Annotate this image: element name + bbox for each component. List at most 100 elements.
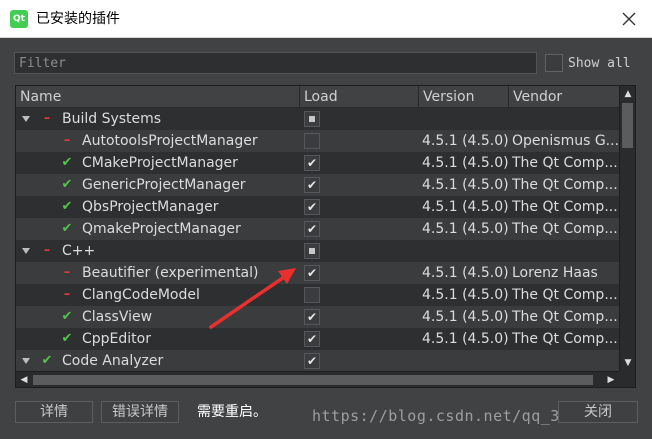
column-header-version[interactable]: Version [419, 86, 509, 108]
expand-arrow-icon[interactable] [22, 358, 30, 364]
plugin-name-cell: ✔ QbsProjectManager [16, 196, 299, 218]
plugin-load-cell [300, 284, 418, 306]
load-checkbox[interactable]: ✔ [304, 199, 320, 215]
column-header-vendor[interactable]: Vendor [509, 86, 619, 108]
plugin-row[interactable]: ✔ ClassView ✔ 4.5.1 (4.5.0) The Qt Comp... [16, 306, 619, 328]
load-checkbox[interactable] [304, 111, 320, 127]
plugin-load-cell: ✔ [300, 218, 418, 240]
plugin-load-cell: ✔ [300, 174, 418, 196]
close-button[interactable]: 关闭 [558, 401, 638, 423]
check-icon: ✔ [61, 331, 73, 346]
load-checkbox[interactable]: ✔ [304, 221, 320, 237]
plugin-vendor: The Qt Comp... [512, 199, 618, 215]
minus-icon: – [43, 111, 51, 126]
plugin-load-cell: ✔ [300, 196, 418, 218]
show-all-checkbox[interactable] [545, 54, 563, 72]
column-header-name[interactable]: Name [16, 86, 300, 108]
plugin-tree[interactable]: Name Load Version Vendor – Build Systems –… [15, 85, 636, 388]
expand-arrow-icon[interactable] [22, 116, 30, 122]
filter-input[interactable] [14, 52, 537, 74]
plugin-row[interactable]: ✔ GenericProjectManager ✔ 4.5.1 (4.5.0) The … [16, 174, 619, 196]
load-checkbox[interactable]: ✔ [304, 177, 320, 193]
qt-creator-icon: Qt [10, 10, 28, 28]
plugin-load-cell: ✔ [300, 328, 418, 350]
plugin-load-cell [300, 130, 418, 152]
plugin-vendor: The Qt Comp... [512, 155, 618, 171]
plugin-name: Code Analyzer [62, 353, 164, 369]
plugin-vendor: The Qt Comp... [512, 177, 618, 193]
vertical-scroll-thumb[interactable] [622, 103, 633, 148]
plugin-version: 4.5.1 (4.5.0) [422, 309, 508, 325]
minus-icon: – [63, 133, 71, 148]
close-icon [622, 12, 636, 26]
plugin-name-cell: – AutotoolsProjectManager [16, 130, 299, 152]
column-header-load[interactable]: Load [300, 86, 419, 108]
scroll-corner [619, 371, 635, 387]
plugin-row[interactable]: – Beautifier (experimental) ✔ 4.5.1 (4.5.0)… [16, 262, 619, 284]
load-checkbox[interactable]: ✔ [304, 155, 320, 171]
plugin-row[interactable]: – AutotoolsProjectManager 4.5.1 (4.5.0) Ope… [16, 130, 619, 152]
plugin-group-row[interactable]: – Build Systems [16, 108, 619, 130]
horizontal-scrollbar[interactable]: ◀ ▶ [16, 371, 619, 387]
plugin-name: QmakeProjectManager [82, 221, 241, 237]
plugin-name-cell: ✔ CMakeProjectManager [16, 152, 299, 174]
plugin-vendor [509, 350, 619, 372]
load-checkbox[interactable]: ✔ [304, 309, 320, 325]
load-checkbox[interactable] [304, 287, 320, 303]
plugin-version [419, 108, 508, 130]
error-details-button[interactable]: 错误详情 [101, 401, 179, 423]
plugin-vendor: The Qt Comp... [512, 221, 618, 237]
plugin-name-cell: – C++ [16, 240, 299, 262]
plugin-name: ClassView [82, 309, 153, 325]
plugin-version: 4.5.1 (4.5.0) [422, 155, 508, 171]
plugin-version: 4.5.1 (4.5.0) [422, 265, 508, 281]
plugin-load-cell: ✔ [300, 262, 418, 284]
plugin-version: 4.5.1 (4.5.0) [422, 221, 508, 237]
load-checkbox[interactable]: ✔ [304, 265, 320, 281]
plugin-vendor [509, 108, 619, 130]
details-button[interactable]: 详情 [15, 401, 93, 423]
plugin-name-cell: ✔ GenericProjectManager [16, 174, 299, 196]
plugin-row[interactable]: ✔ QbsProjectManager ✔ 4.5.1 (4.5.0) The Qt C… [16, 196, 619, 218]
plugin-row[interactable]: ✔ CppEditor ✔ 4.5.1 (4.5.0) The Qt Comp... [16, 328, 619, 350]
plugin-name: GenericProjectManager [82, 177, 246, 193]
check-icon: ✔ [61, 199, 73, 214]
plugin-load-cell: ✔ [300, 306, 418, 328]
plugin-load-cell: ✔ [300, 152, 418, 174]
load-checkbox[interactable]: ✔ [304, 331, 320, 347]
plugin-row[interactable]: ✔ QmakeProjectManager ✔ 4.5.1 (4.5.0) The Qt… [16, 218, 619, 240]
show-all-toggle[interactable]: Show all [545, 53, 631, 73]
plugin-name-cell: ✔ ClassView [16, 306, 299, 328]
plugin-group-row[interactable]: ✔ Code Analyzer ✔ [16, 350, 619, 372]
minus-icon: – [43, 243, 51, 258]
load-checkbox[interactable] [304, 133, 320, 149]
minus-icon: – [63, 287, 71, 302]
close-window-button[interactable] [606, 0, 652, 38]
scroll-down-icon[interactable]: ▼ [620, 355, 635, 371]
scroll-up-icon[interactable]: ▲ [620, 86, 635, 102]
check-icon: ✔ [61, 155, 73, 170]
plugin-version: 4.5.1 (4.5.0) [422, 331, 508, 347]
plugin-version [419, 240, 508, 262]
plugin-name-cell: ✔ CppEditor [16, 328, 299, 350]
tree-header: Name Load Version Vendor [16, 86, 619, 108]
minus-icon: – [63, 265, 71, 280]
load-checkbox[interactable] [304, 243, 320, 259]
plugin-group-row[interactable]: – C++ [16, 240, 619, 262]
load-checkbox[interactable]: ✔ [304, 353, 320, 369]
plugin-name: ClangCodeModel [82, 287, 200, 303]
window-title: 已安装的插件 [36, 11, 120, 27]
horizontal-scroll-thumb[interactable] [33, 375, 593, 385]
plugin-version: 4.5.1 (4.5.0) [422, 133, 508, 149]
plugin-name-cell: – Build Systems [16, 108, 299, 130]
scroll-left-icon[interactable]: ◀ [16, 372, 32, 387]
plugin-row[interactable]: – ClangCodeModel 4.5.1 (4.5.0) The Qt Comp.… [16, 284, 619, 306]
expand-arrow-icon[interactable] [22, 248, 30, 254]
show-all-label: Show all [568, 55, 631, 71]
scroll-right-icon[interactable]: ▶ [603, 372, 619, 387]
plugin-name: CMakeProjectManager [82, 155, 238, 171]
plugin-row[interactable]: ✔ CMakeProjectManager ✔ 4.5.1 (4.5.0) The Qt… [16, 152, 619, 174]
plugin-vendor: The Qt Comp... [512, 331, 618, 347]
plugin-rows: – Build Systems – AutotoolsProjectManager 4.… [16, 108, 619, 372]
vertical-scrollbar[interactable]: ▲ ▼ [619, 86, 635, 371]
